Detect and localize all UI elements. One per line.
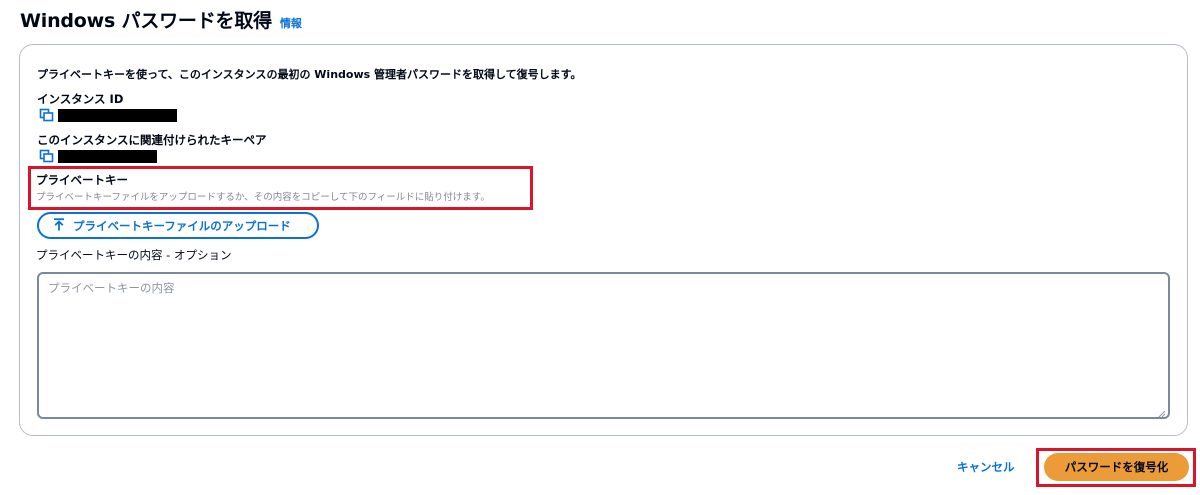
private-key-subtitle: プライベートキーファイルをアップロードするか、その内容をコピーして下のフィールド…	[36, 192, 490, 203]
key-pair-label: このインスタンスに関連付けられたキーペア	[37, 133, 267, 147]
page-header: Windows パスワードを取得 情報	[20, 6, 302, 33]
resize-grip-icon[interactable]	[1158, 407, 1166, 418]
instance-id-redacted	[58, 108, 177, 122]
key-pair-row	[39, 149, 157, 163]
cancel-button[interactable]: キャンセル	[957, 459, 1015, 475]
page-title: Windows パスワードを取得	[20, 10, 272, 32]
info-link[interactable]: 情報	[280, 15, 302, 31]
panel-description: プライベートキーを使って、このインスタンスの最初の Windows 管理者パスワ…	[37, 68, 582, 81]
key-pair-redacted	[58, 149, 157, 163]
copy-icon[interactable]	[39, 149, 54, 163]
private-key-content-textarea[interactable]: プライベートキーの内容	[37, 272, 1170, 419]
copy-icon[interactable]	[39, 108, 54, 122]
private-key-content-label: プライベートキーの内容 - オプション	[36, 248, 232, 262]
upload-button-label: プライベートキーファイルのアップロード	[73, 218, 291, 233]
upload-private-key-button[interactable]: プライベートキーファイルのアップロード	[37, 212, 319, 239]
instance-id-row	[39, 108, 177, 122]
upload-icon	[53, 217, 65, 234]
textarea-placeholder: プライベートキーの内容	[48, 281, 175, 295]
decrypt-password-button[interactable]: パスワードを復号化	[1044, 453, 1189, 481]
private-key-title: プライベートキー	[36, 173, 128, 187]
instance-id-label: インスタンス ID	[37, 92, 124, 106]
